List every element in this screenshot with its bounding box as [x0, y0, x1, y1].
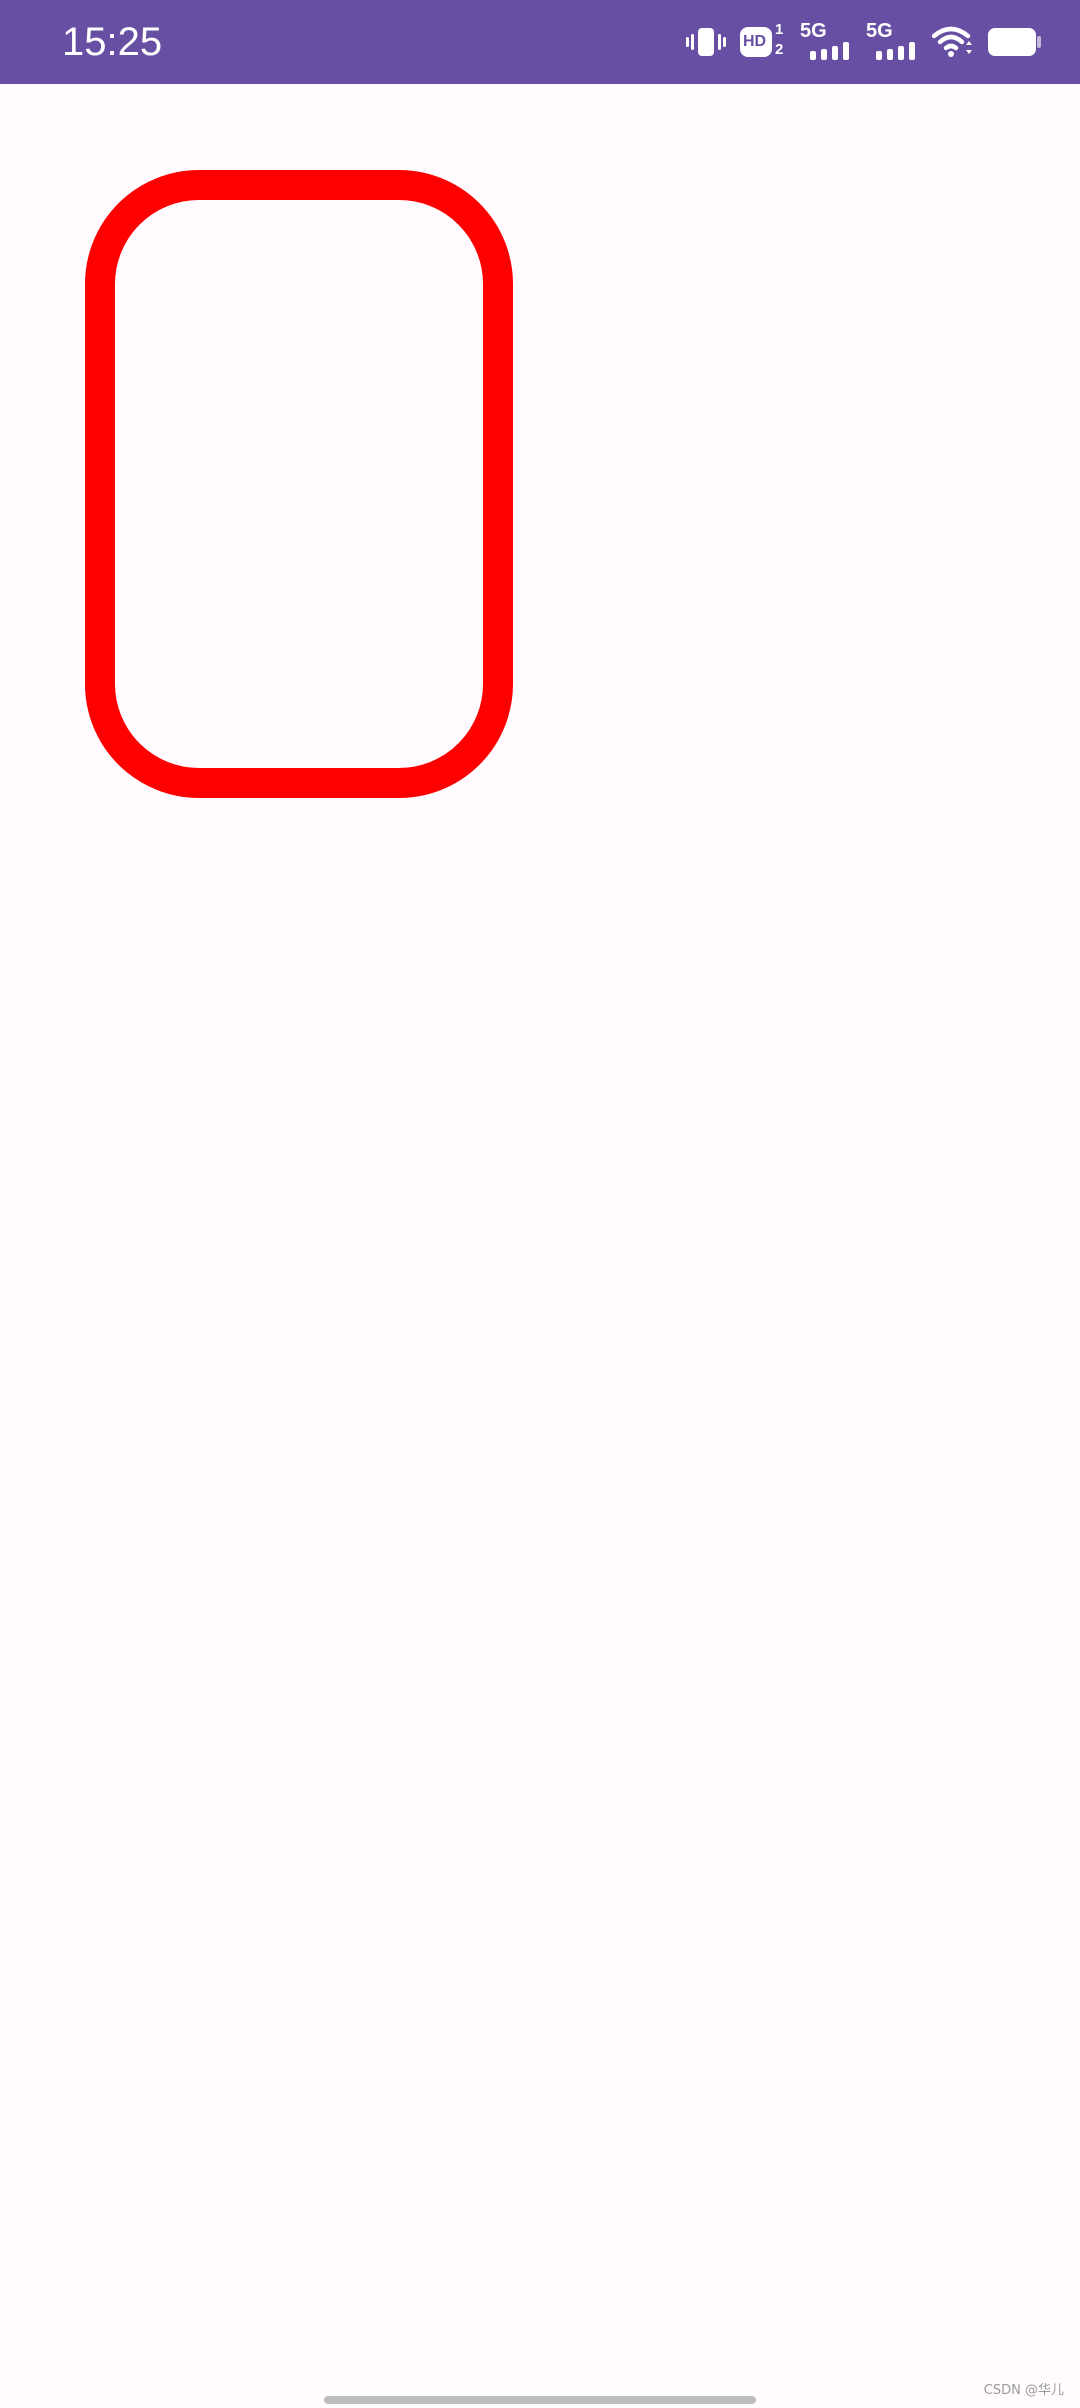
- signal-5g-sim2-icon: 5G: [866, 20, 918, 64]
- vibrate-icon: [686, 20, 726, 64]
- rounded-rectangle-outline: [85, 170, 513, 798]
- battery-icon: [988, 20, 1042, 64]
- sim1-network-label: 5G: [800, 20, 827, 42]
- main-content: [0, 84, 1080, 2408]
- status-icons: HD 1 2 5G 5G: [686, 20, 1042, 64]
- watermark-text: CSDN @华儿: [983, 2383, 1064, 2398]
- hd-sub-bottom: 2: [775, 41, 784, 58]
- hd-volte-icon: HD 1 2: [740, 20, 786, 64]
- gesture-navigation-bar[interactable]: [324, 2396, 756, 2404]
- hd-label: HD: [743, 33, 767, 50]
- signal-5g-sim1-icon: 5G: [800, 20, 852, 64]
- sim2-network-label: 5G: [866, 20, 893, 42]
- wifi-icon: [932, 20, 974, 64]
- status-bar: 15:25 HD 1 2 5G 5G: [0, 0, 1080, 84]
- hd-sub-top: 1: [775, 21, 784, 38]
- status-time: 15:25: [62, 20, 163, 64]
